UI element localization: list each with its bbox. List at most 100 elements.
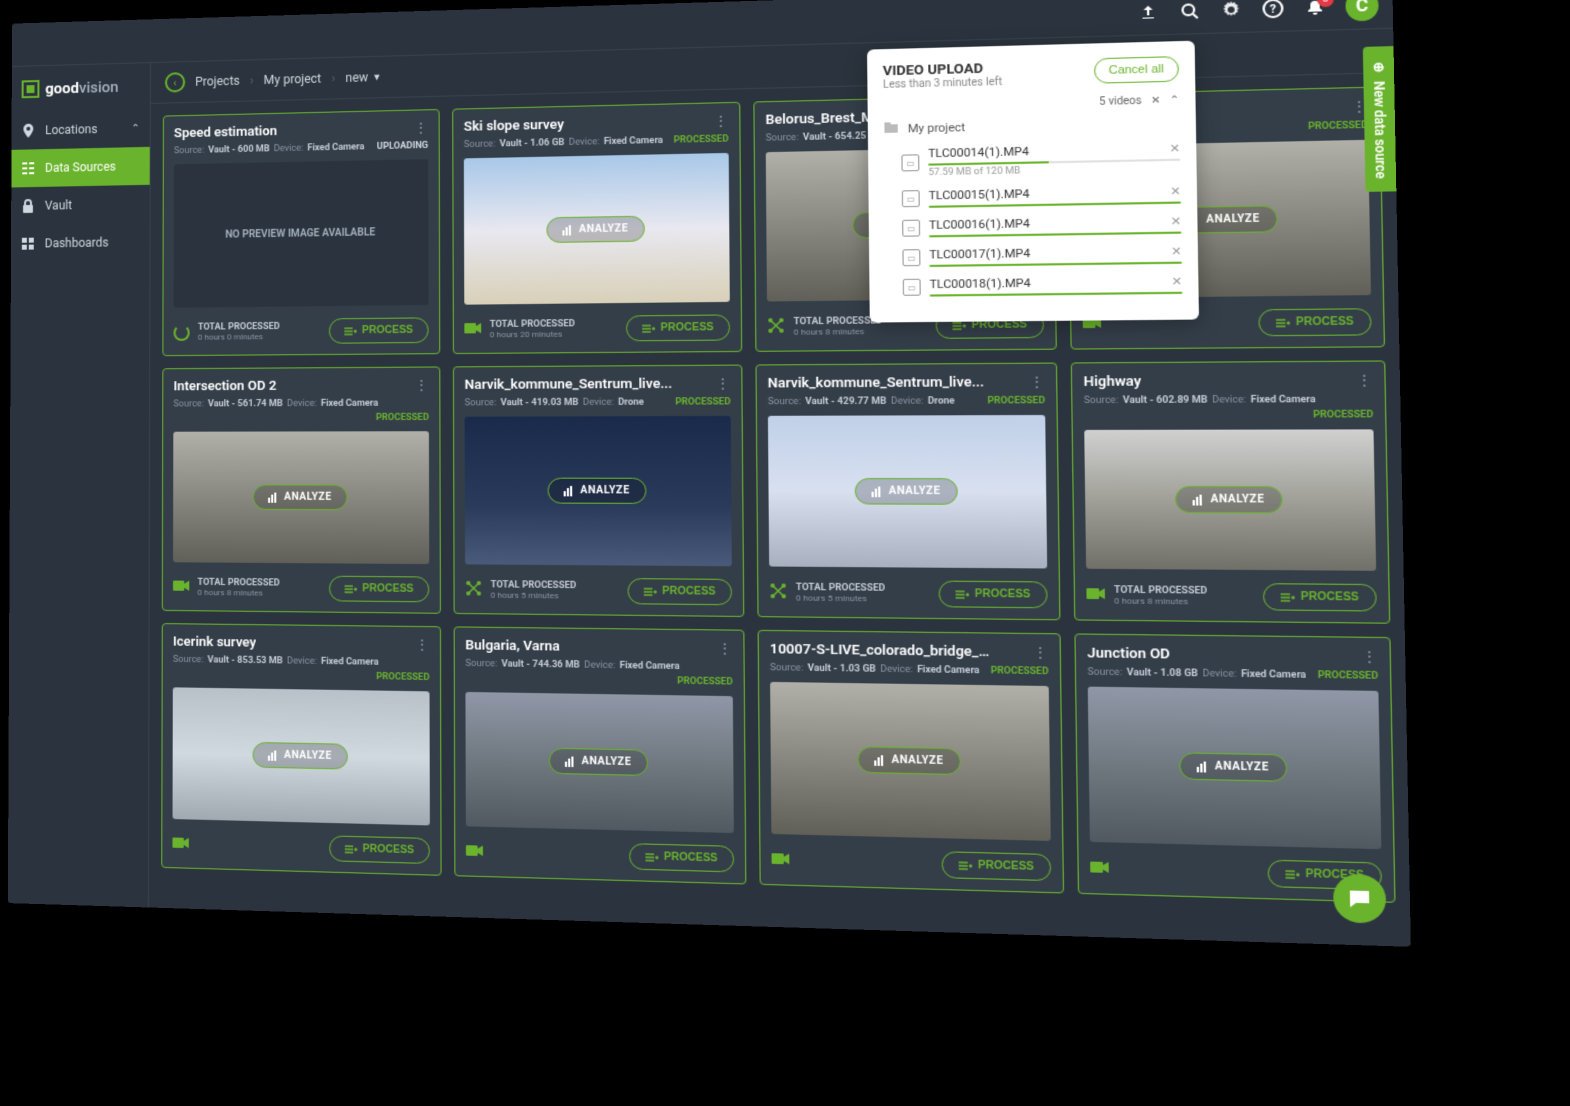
plus-circle-icon: ⊕ (1372, 59, 1384, 74)
file-cancel-icon[interactable]: ✕ (1171, 214, 1182, 228)
camera-icon (173, 579, 189, 595)
card-thumbnail[interactable]: ANALYZE (173, 431, 429, 564)
avatar[interactable]: C (1345, 0, 1379, 21)
file-icon: ▭ (902, 190, 920, 207)
processed-info: TOTAL PROCESSED0 hours 8 minutes (793, 316, 882, 337)
dashboard-icon (21, 238, 35, 250)
file-cancel-icon[interactable]: ✕ (1170, 184, 1181, 198)
process-button[interactable]: PROCESS (329, 317, 429, 343)
card-meta: Source:Vault - 602.89 MB Device:Fixed Ca… (1084, 394, 1374, 421)
new-data-source-tab[interactable]: ⊕ New data source (1363, 46, 1397, 192)
process-button[interactable]: PROCESS (628, 578, 733, 605)
process-button[interactable]: PROCESS (939, 581, 1048, 609)
pin-icon (21, 124, 35, 138)
card-menu-icon[interactable]: ⋮ (1032, 645, 1048, 662)
process-button[interactable]: PROCESS (329, 835, 430, 864)
analyze-button[interactable]: ANALYZE (548, 478, 646, 504)
card-thumbnail[interactable]: ANALYZE (768, 415, 1047, 568)
data-source-card: Intersection OD 2 ⋮ Source:Vault - 561.7… (162, 366, 441, 613)
card-menu-icon[interactable]: ⋮ (414, 378, 429, 394)
card-title: Intersection OD 2 (173, 379, 276, 395)
card-meta: Source:Vault - 561.74 MB Device:Fixed Ca… (173, 398, 429, 423)
file-progress (930, 292, 1183, 297)
data-source-card: Junction OD ⋮ Source:Vault - 1.08 GB Dev… (1074, 633, 1395, 902)
card-thumbnail[interactable]: ANALYZE (770, 682, 1051, 841)
data-source-card: 10007-S-LIVE_colorado_bridge_6... ⋮ Sour… (758, 630, 1065, 894)
processed-info: TOTAL PROCESSED0 hours 20 minutes (490, 319, 575, 339)
breadcrumb-current[interactable]: new ▼ (345, 70, 381, 85)
card-meta: Source:Vault - 429.77 MB Device:Drone PR… (768, 396, 1045, 408)
analyze-button[interactable]: ANALYZE (1175, 486, 1282, 513)
analyze-button[interactable]: ANALYZE (855, 478, 957, 505)
breadcrumb-item[interactable]: My project (264, 71, 321, 87)
file-cancel-icon[interactable]: ✕ (1169, 142, 1180, 156)
camera-icon (772, 852, 790, 870)
card-menu-icon[interactable]: ⋮ (1029, 374, 1045, 391)
upload-icon[interactable] (1137, 1, 1160, 23)
analyze-button[interactable]: ANALYZE (549, 748, 647, 776)
process-button[interactable]: PROCESS (626, 314, 730, 341)
card-thumbnail[interactable]: ANALYZE (464, 153, 730, 305)
card-menu-icon[interactable]: ⋮ (717, 641, 732, 658)
file-cancel-icon[interactable]: ✕ (1171, 244, 1182, 258)
search-icon[interactable] (1178, 0, 1201, 21)
processed-info: TOTAL PROCESSED0 hours 8 minutes (197, 578, 279, 598)
upload-file-item: ▭ TLC00016(1).MP4 ✕ (884, 214, 1181, 238)
upload-folder: My project (883, 115, 1180, 137)
card-thumbnail[interactable]: ANALYZE (173, 687, 430, 825)
process-button[interactable]: PROCESS (329, 576, 429, 603)
data-source-card: Icerink survey ⋮ Source:Vault - 853.53 M… (161, 623, 441, 876)
analyze-button[interactable]: ANALYZE (253, 484, 347, 510)
drone-icon (769, 582, 787, 603)
process-button[interactable]: PROCESS (1263, 583, 1377, 611)
card-thumbnail[interactable]: NO PREVIEW IMAGE AVAILABLE (174, 159, 429, 308)
card-thumbnail[interactable]: ANALYZE (1088, 687, 1382, 850)
file-icon: ▭ (903, 279, 921, 296)
sidebar-item-locations[interactable]: Locations ⌃ (12, 109, 150, 150)
cards-grid: Speed estimation ⋮ Source:Vault - 600 MB… (149, 73, 1411, 947)
breadcrumb-item[interactable]: Projects (195, 74, 240, 89)
sidebar-item-dashboards[interactable]: Dashboards (11, 223, 150, 263)
processed-info: TOTAL PROCESSED0 hours 5 minutes (491, 580, 577, 601)
gear-icon[interactable] (1219, 0, 1243, 20)
card-meta: Source:Vault - 1.06 GB Device:Fixed Came… (464, 134, 729, 150)
chevron-up-icon[interactable]: ⌃ (1170, 94, 1180, 106)
sidebar-item-vault[interactable]: Vault (11, 185, 150, 225)
card-meta: Source:Vault - 1.03 GB Device:Fixed Came… (770, 663, 1049, 678)
file-cancel-icon[interactable]: ✕ (1171, 275, 1182, 289)
process-button[interactable]: PROCESS (1258, 308, 1371, 336)
data-source-card: Bulgaria, Varna ⋮ Source:Vault - 744.36 … (454, 626, 747, 884)
analyze-button[interactable]: ANALYZE (253, 742, 347, 770)
card-menu-icon[interactable]: ⋮ (1361, 649, 1378, 667)
status-badge: PROCESSED (1318, 670, 1379, 682)
card-menu-icon[interactable]: ⋮ (1356, 373, 1373, 391)
process-button[interactable]: PROCESS (942, 851, 1052, 881)
back-button[interactable]: ‹ (165, 72, 185, 92)
card-menu-icon[interactable]: ⋮ (415, 637, 430, 654)
card-menu-icon[interactable]: ⋮ (715, 376, 730, 393)
card-meta: Source:Vault - 600 MB Device:Fixed Camer… (174, 141, 428, 157)
analyze-button[interactable]: ANALYZE (1179, 752, 1286, 782)
help-icon[interactable]: ? (1261, 0, 1285, 19)
upload-file-item: ▭ TLC00014(1).MP4 ✕ 57.59 MB of 120 MB (884, 142, 1181, 180)
process-button[interactable]: PROCESS (629, 843, 734, 872)
close-icon[interactable]: ✕ (1151, 95, 1161, 107)
status-badge: PROCESSED (677, 676, 733, 687)
file-progress (929, 262, 1182, 267)
card-title: Highway (1083, 374, 1141, 390)
card-menu-icon[interactable]: ⋮ (713, 113, 728, 130)
status-badge: UPLOADING (377, 141, 428, 152)
card-thumbnail[interactable]: ANALYZE (465, 416, 732, 566)
card-thumbnail[interactable]: ANALYZE (465, 692, 733, 833)
sidebar-item-data-sources[interactable]: Data Sources (11, 147, 149, 188)
file-name: TLC00018(1).MP4 (930, 275, 1172, 292)
analyze-button[interactable]: ANALYZE (547, 216, 645, 243)
bell-icon[interactable] (1303, 0, 1327, 18)
cancel-all-button[interactable]: Cancel all (1094, 56, 1180, 84)
card-thumbnail[interactable]: ANALYZE (1084, 429, 1376, 570)
analyze-button[interactable]: ANALYZE (858, 746, 961, 775)
data-source-card: Ski slope survey ⋮ Source:Vault - 1.06 G… (452, 102, 742, 354)
sidebar: goodvision Locations ⌃ Data Sources Vau (8, 63, 151, 907)
card-menu-icon[interactable]: ⋮ (414, 120, 429, 137)
chevron-right-icon: › (250, 73, 254, 87)
